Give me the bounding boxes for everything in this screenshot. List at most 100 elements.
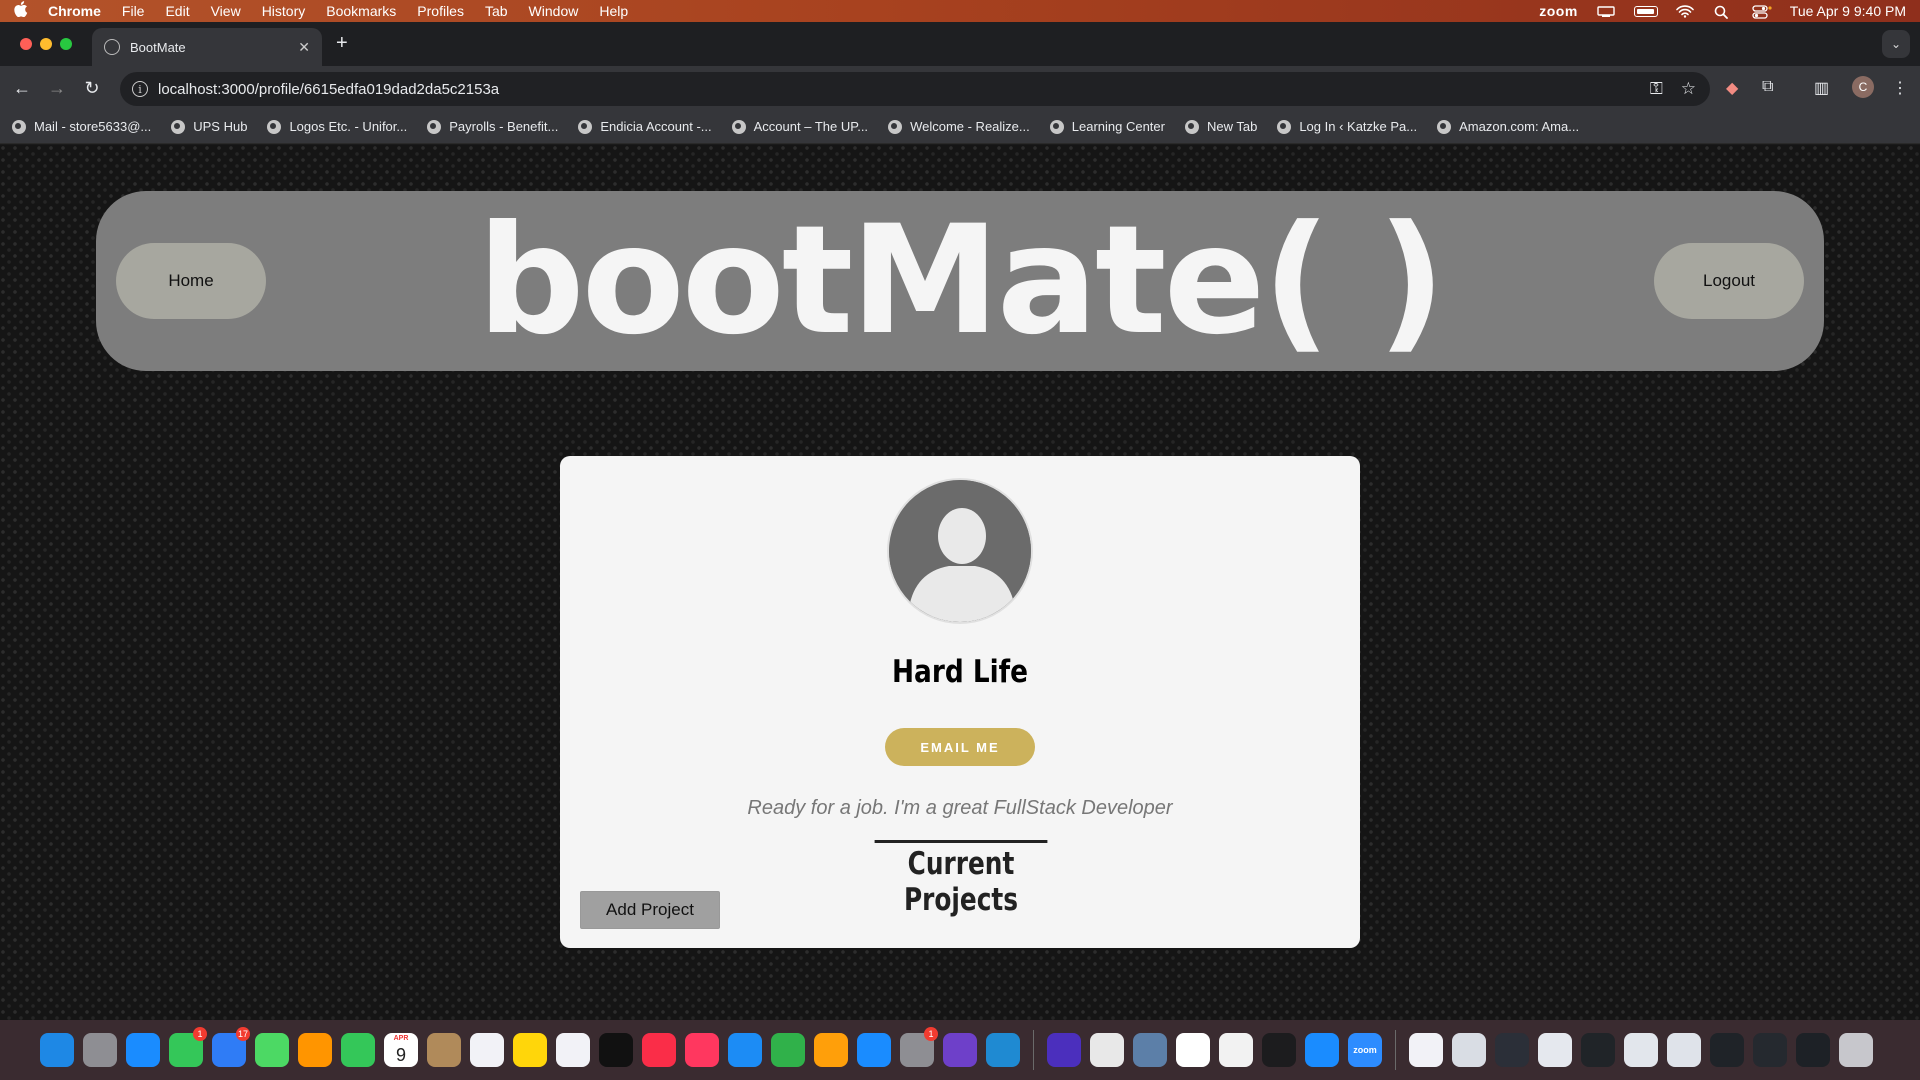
tab-title: BootMate xyxy=(130,39,186,55)
menu-window[interactable]: Window xyxy=(529,3,579,19)
finder-icon[interactable] xyxy=(40,1033,74,1067)
chrome-icon[interactable] xyxy=(1090,1033,1124,1067)
contacts-icon[interactable] xyxy=(427,1033,461,1067)
wifi-icon[interactable] xyxy=(1675,5,1696,18)
recent-window-icon[interactable] xyxy=(1581,1033,1615,1067)
music-icon[interactable] xyxy=(642,1033,676,1067)
freeform-icon[interactable] xyxy=(556,1033,590,1067)
proton-vpn-icon[interactable] xyxy=(1047,1033,1081,1067)
numbers-icon[interactable] xyxy=(771,1033,805,1067)
email-me-button[interactable]: EMAIL ME xyxy=(885,728,1035,766)
recent-window-icon[interactable] xyxy=(1538,1033,1572,1067)
github-icon[interactable] xyxy=(943,1033,977,1067)
menu-tab[interactable]: Tab xyxy=(485,3,508,19)
zoom-status-label[interactable]: zoom xyxy=(1539,3,1578,19)
maps-icon[interactable] xyxy=(255,1033,289,1067)
keynote-icon[interactable] xyxy=(728,1033,762,1067)
notes-icon[interactable] xyxy=(513,1033,547,1067)
mail-icon[interactable]: 17 xyxy=(212,1027,250,1067)
recent-window-icon[interactable] xyxy=(1452,1033,1486,1067)
window-minimize-button[interactable] xyxy=(40,38,52,50)
preview-icon[interactable] xyxy=(1133,1033,1167,1067)
messages-icon[interactable]: 1 xyxy=(169,1027,207,1067)
reload-icon[interactable]: ↻ xyxy=(80,76,104,100)
bookmark-item[interactable]: Mail - store5633@... xyxy=(12,119,151,134)
address-bar[interactable]: i localhost:3000/profile/6615edfa019dad2… xyxy=(120,72,1710,106)
logout-button[interactable]: Logout xyxy=(1654,243,1804,319)
vscode-icon[interactable] xyxy=(986,1033,1020,1067)
terminal-icon[interactable] xyxy=(1262,1033,1296,1067)
zoom-icon[interactable]: zoom xyxy=(1348,1033,1382,1067)
extensions-puzzle-icon[interactable]: ⧉ xyxy=(1762,78,1773,96)
bookmark-item[interactable]: New Tab xyxy=(1184,119,1257,134)
chrome-menu-kebab-icon[interactable]: ⋮ xyxy=(1892,78,1908,98)
bookmark-item[interactable]: Welcome - Realize... xyxy=(888,119,1030,134)
menu-history[interactable]: History xyxy=(262,3,306,19)
menu-profiles[interactable]: Profiles xyxy=(417,3,464,19)
bookmark-item[interactable]: Log In ‹ Katzke Pa... xyxy=(1277,119,1417,134)
tv-icon[interactable] xyxy=(599,1033,633,1067)
bookmark-item[interactable]: Learning Center xyxy=(1049,119,1165,134)
reminders-icon[interactable] xyxy=(470,1033,504,1067)
control-center-icon[interactable] xyxy=(1752,5,1772,19)
forward-arrow-icon[interactable]: → xyxy=(45,76,69,100)
profile-avatar[interactable]: C xyxy=(1852,76,1874,98)
bookmark-item[interactable]: Amazon.com: Ama... xyxy=(1437,119,1579,134)
trash-icon[interactable] xyxy=(1839,1033,1873,1067)
bookmark-item[interactable]: Payrolls - Benefit... xyxy=(427,119,558,134)
apple-menu-icon[interactable] xyxy=(14,1,30,21)
menubar-status-area: zoom Tue Apr 9 9:40 PM xyxy=(1539,0,1906,22)
spotlight-search-icon[interactable] xyxy=(1714,5,1734,19)
launchpad-icon[interactable] xyxy=(83,1033,117,1067)
menu-view[interactable]: View xyxy=(211,3,241,19)
recent-window-icon[interactable] xyxy=(1710,1033,1744,1067)
address-bar-url[interactable]: localhost:3000/profile/6615edfa019dad2da… xyxy=(158,81,499,98)
facetime-icon[interactable] xyxy=(341,1033,375,1067)
site-header: bootMate( ) Home Logout xyxy=(96,191,1824,371)
bookmark-item[interactable]: Endicia Account -... xyxy=(578,119,712,134)
menu-file[interactable]: File xyxy=(122,3,145,19)
back-arrow-icon[interactable]: ← xyxy=(10,76,34,100)
screen-mirror-icon[interactable] xyxy=(1596,5,1616,17)
recent-window-icon[interactable] xyxy=(1624,1033,1658,1067)
photos-icon[interactable] xyxy=(298,1033,332,1067)
recent-window-icon[interactable] xyxy=(1495,1033,1529,1067)
pages-icon[interactable] xyxy=(814,1033,848,1067)
calendar-icon[interactable]: APR 9 xyxy=(384,1033,418,1067)
recent-window-icon[interactable] xyxy=(1796,1033,1830,1067)
textedit-icon[interactable] xyxy=(1219,1033,1253,1067)
mongodb-compass-icon[interactable] xyxy=(1176,1033,1210,1067)
browser-tab-active[interactable]: BootMate ✕ xyxy=(92,28,322,66)
home-button[interactable]: Home xyxy=(116,243,266,319)
recent-window-icon[interactable] xyxy=(1753,1033,1787,1067)
extension-red-icon[interactable]: ◆ xyxy=(1726,78,1738,98)
recent-window-icon[interactable] xyxy=(1667,1033,1701,1067)
menubar-datetime[interactable]: Tue Apr 9 9:40 PM xyxy=(1790,3,1906,19)
menu-edit[interactable]: Edit xyxy=(165,3,189,19)
battery-icon[interactable] xyxy=(1633,5,1658,17)
site-info-icon[interactable]: i xyxy=(132,81,148,97)
side-panel-icon[interactable]: ▥ xyxy=(1814,78,1829,98)
window-zoom-button[interactable] xyxy=(60,38,72,50)
tab-search-chevron-icon[interactable]: ⌄ xyxy=(1882,30,1910,58)
bookmark-label: Logos Etc. - Unifor... xyxy=(289,119,408,134)
password-key-icon[interactable]: ⚿ xyxy=(1650,79,1663,99)
bookmark-globe-icon xyxy=(267,119,282,134)
bookmark-item[interactable]: Account – The UP... xyxy=(731,119,868,134)
system-settings-icon[interactable]: 1 xyxy=(900,1027,938,1067)
bluetooth-icon[interactable] xyxy=(1305,1033,1339,1067)
bookmark-item[interactable]: UPS Hub xyxy=(171,119,247,134)
app-store-icon[interactable] xyxy=(857,1033,891,1067)
bookmark-item[interactable]: Logos Etc. - Unifor... xyxy=(267,119,407,134)
safari-icon[interactable] xyxy=(126,1033,160,1067)
document-icon[interactable] xyxy=(1409,1033,1443,1067)
add-project-button[interactable]: Add Project xyxy=(580,891,720,929)
menu-help[interactable]: Help xyxy=(599,3,628,19)
new-tab-plus-icon[interactable]: + xyxy=(336,32,348,55)
bookmark-star-icon[interactable]: ☆ xyxy=(1681,79,1696,99)
news-icon[interactable] xyxy=(685,1033,719,1067)
window-close-button[interactable] xyxy=(20,38,32,50)
menu-app-name[interactable]: Chrome xyxy=(48,3,101,19)
menu-bookmarks[interactable]: Bookmarks xyxy=(326,3,396,19)
tab-close-icon[interactable]: ✕ xyxy=(298,39,310,56)
